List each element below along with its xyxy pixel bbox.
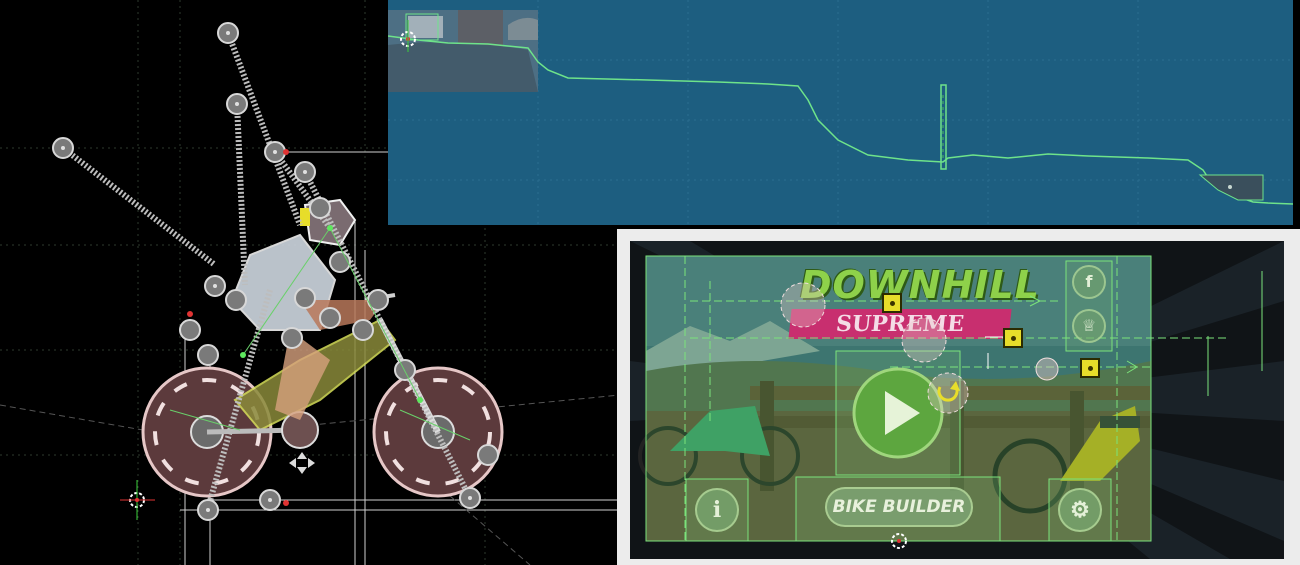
anchor-circle[interactable] xyxy=(1035,357,1059,381)
menu-editor-viewport[interactable]: DOWNHILL SUPREME f ♕ i BIKE BUILDER ⚙ xyxy=(630,241,1284,559)
pivot-dot xyxy=(283,500,289,506)
trophy-icon: ♕ xyxy=(1081,316,1097,335)
pivot-dot xyxy=(283,149,289,155)
anchor-handle[interactable] xyxy=(1080,358,1100,378)
finish-marker[interactable] xyxy=(940,84,947,170)
facebook-button[interactable]: f xyxy=(1072,265,1106,299)
menu-editor-frame: DOWNHILL SUPREME f ♕ i BIKE BUILDER ⚙ xyxy=(617,229,1300,565)
pivot-dot xyxy=(187,311,193,317)
rotate-handle-icon[interactable] xyxy=(927,372,969,414)
anchor-circle[interactable] xyxy=(780,282,826,328)
level-canvas[interactable] xyxy=(388,0,1293,225)
facebook-icon: f xyxy=(1085,272,1093,291)
achievements-button[interactable]: ♕ xyxy=(1072,309,1106,343)
play-button[interactable] xyxy=(852,367,944,459)
info-button[interactable]: i xyxy=(695,488,739,532)
bike-builder-button[interactable]: BIKE BUILDER xyxy=(825,487,973,527)
settings-button[interactable]: ⚙ xyxy=(1058,488,1102,532)
move-gizmo-icon[interactable] xyxy=(289,452,315,474)
crosshair-icon xyxy=(985,336,1005,369)
origin-marker[interactable] xyxy=(120,480,155,520)
gear-icon: ⚙ xyxy=(1070,497,1090,523)
start-area-thumbnail[interactable] xyxy=(388,10,538,92)
anchor-handle[interactable] xyxy=(1003,328,1023,348)
anchor-circle[interactable] xyxy=(901,317,947,363)
level-preview-panel[interactable] xyxy=(388,0,1293,225)
end-area-block[interactable] xyxy=(1198,174,1264,201)
anchor-handle[interactable] xyxy=(882,293,902,313)
info-icon: i xyxy=(712,497,722,523)
